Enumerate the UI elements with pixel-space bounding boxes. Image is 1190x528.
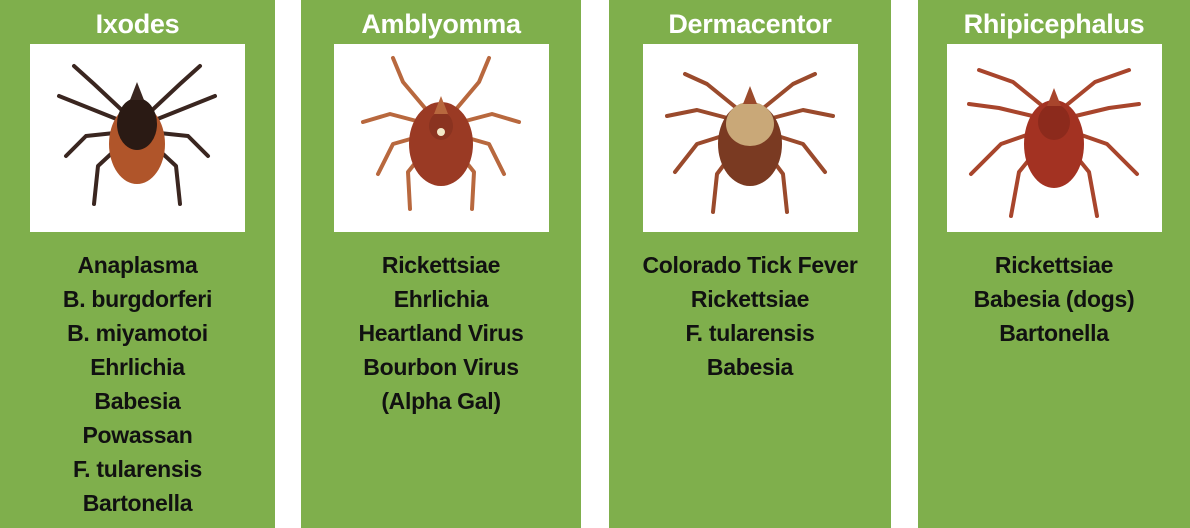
disease-item: Rickettsiae <box>994 252 1114 278</box>
tick-shield <box>1037 104 1070 140</box>
disease-item: Ehrlichia <box>393 286 489 312</box>
disease-item: B. miyamotoi <box>67 320 208 346</box>
disease-item: Bourbon Virus <box>363 354 519 380</box>
disease-item: Babesia <box>706 354 794 380</box>
disease-item: Babesia (dogs) <box>973 286 1135 312</box>
disease-item: F. tularensis <box>72 456 203 482</box>
tick-shield <box>725 102 774 146</box>
ixodes-tick-icon <box>57 64 217 206</box>
card-rhipicephalus: Rhipicephalus Rickettsiae Babesia (dogs)… <box>918 0 1190 528</box>
disease-item: Powassan <box>82 422 193 448</box>
tick-photo <box>333 44 549 232</box>
tick-genus-chart: Ixodes Anaplasma B. burgdorferi B. miyam… <box>0 0 1190 528</box>
disease-item: Bartonella <box>999 320 1109 346</box>
tick-photo <box>946 44 1162 232</box>
disease-item: Rickettsiae <box>381 252 501 278</box>
disease-item: Babesia <box>94 388 181 414</box>
disease-item: F. tularensis <box>685 320 815 346</box>
tick-head <box>742 86 757 104</box>
disease-item: Heartland Virus <box>358 320 524 346</box>
card-amblyomma: Amblyomma Rickettsiae Ehrlichia Heartlan… <box>301 0 581 528</box>
genus-title: Ixodes <box>95 9 180 39</box>
tick-photo <box>642 44 858 232</box>
disease-list: Rickettsiae Babesia (dogs) Bartonella <box>974 248 1135 350</box>
card-dermacentor: Dermacentor Colorado Tick Fever Ricketts… <box>609 0 891 528</box>
disease-list: Anaplasma B. burgdorferi B. miyamotoi Eh… <box>63 248 212 520</box>
card-ixodes: Ixodes Anaplasma B. burgdorferi B. miyam… <box>0 0 275 528</box>
rhipicephalus-tick-icon <box>966 68 1141 218</box>
genus-title: Amblyomma <box>361 9 521 39</box>
tick-shield <box>117 98 157 150</box>
disease-item: Rickettsiae <box>690 286 810 312</box>
disease-item: B. burgdorferi <box>62 286 213 312</box>
genus-title: Rhipicephalus <box>963 9 1145 39</box>
genus-title: Dermacentor <box>668 9 832 39</box>
amblyomma-tick-icon <box>360 56 521 211</box>
tick-photo <box>30 44 245 232</box>
disease-item: Ehrlichia <box>90 354 185 380</box>
dermacentor-tick-icon <box>664 72 835 214</box>
disease-item: Bartonella <box>82 490 193 516</box>
disease-item: Colorado Tick Fever <box>642 252 858 278</box>
tick-head <box>130 82 144 100</box>
tick-head <box>1046 88 1061 106</box>
disease-item: (Alpha Gal) <box>381 388 501 414</box>
disease-list: Rickettsiae Ehrlichia Heartland Virus Bo… <box>358 248 523 418</box>
lone-star-spot <box>436 128 445 136</box>
disease-item: Anaplasma <box>77 252 198 278</box>
disease-list: Colorado Tick Fever Rickettsiae F. tular… <box>642 248 857 384</box>
